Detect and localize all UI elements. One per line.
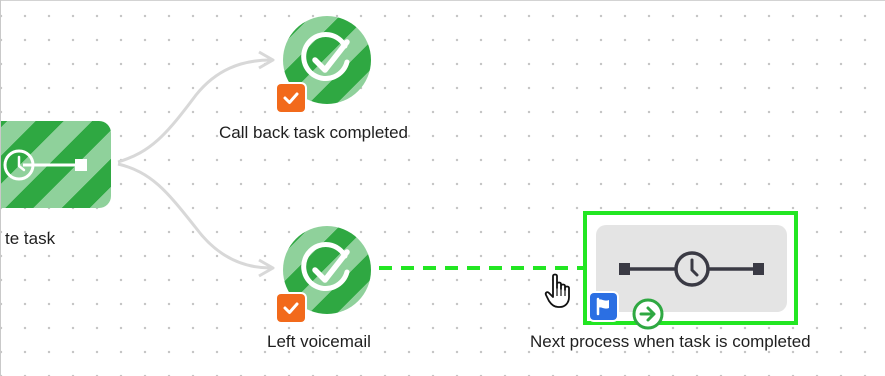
edge-to-left-voicemail[interactable] bbox=[117, 162, 272, 270]
timer-line-icon bbox=[3, 149, 87, 181]
start-badge[interactable] bbox=[632, 298, 664, 330]
left-task-label: te task bbox=[5, 229, 56, 248]
left-voicemail-label: Left voicemail bbox=[267, 332, 371, 351]
play-circle-icon bbox=[632, 298, 664, 330]
edge-to-call-back[interactable] bbox=[117, 58, 272, 164]
left-task-node[interactable] bbox=[1, 121, 111, 208]
checkbox-icon bbox=[283, 92, 299, 104]
next-process-label: Next process when task is completed bbox=[530, 332, 811, 351]
hand-pointer-icon bbox=[544, 273, 570, 308]
flag-icon bbox=[596, 297, 609, 316]
timer-line-icon bbox=[619, 251, 764, 287]
flag-badge bbox=[590, 293, 617, 320]
left-voicemail-checkbox-badge bbox=[277, 294, 305, 322]
call-back-label: Call back task completed bbox=[219, 123, 408, 142]
next-process-node[interactable] bbox=[596, 225, 787, 312]
workflow-canvas[interactable]: te task Call back task completed Left vo… bbox=[0, 0, 885, 376]
checkbox-icon bbox=[283, 302, 299, 314]
call-back-checkbox-badge bbox=[277, 84, 305, 112]
